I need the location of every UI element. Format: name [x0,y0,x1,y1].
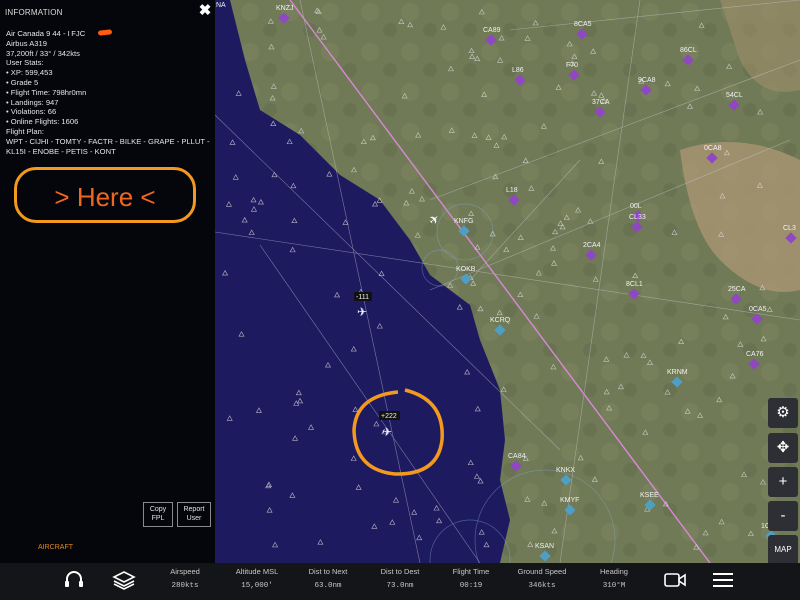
waypoint-label: CA84 [508,453,526,460]
stat-ground-speed: Ground Speed 346kts [502,567,582,590]
move-icon: ✥ [776,439,790,456]
zoom-out-button[interactable]: - [768,501,798,531]
waypoint-label: CL3 [783,225,796,232]
annotation-here: > Here < [14,167,196,223]
waypoint-label: F70 [566,62,578,69]
flight-plan-line: KL15I - ENOBE - PETIS - KONT [6,146,116,156]
panel-title: INFORMATION [5,8,63,17]
copy-fpl-button[interactable]: Copy FPL [143,502,173,527]
waypoint-label: 9CA8 [638,77,656,84]
stat-dist-next: Dist to Next 63.0nm [288,567,368,590]
menu-icon[interactable] [712,571,734,594]
stats-header: User Stats: [6,58,44,68]
stat-flight-time: Flight Time 00:19 [431,567,511,590]
information-panel: INFORMATION ✖ Air Canada 9 44 - I FJC Ai… [0,0,215,563]
stat-value: 280kts [171,582,199,590]
stat-landings: Landings: 947 [6,98,211,108]
plane-icon: ✈ [357,305,367,319]
flight-info: 37,200ft / 33° / 342kts [6,48,80,58]
airport-label: KCRQ [490,317,511,324]
camera-icon[interactable] [664,571,686,594]
report-user-button[interactable]: Report User [177,502,211,527]
airport-label: KNFG [454,218,473,225]
stat-label: Altitude MSL [235,567,279,576]
stat-label: Airspeed [170,567,200,576]
flight-plan-header: Flight Plan: [6,126,44,136]
airport-label: KNKX [556,467,575,474]
stat-online-flights: Online Flights: 1606 [6,117,211,127]
flight-plan-line: WPT - CIJHI - TOMTY - FACTR - BILKE - GR… [6,136,210,146]
waypoint-label: KNZJ [276,5,294,12]
stat-value: 15,000' [241,582,273,590]
stat-value: 00:19 [459,582,483,590]
stat-value: 73.0nm [386,582,414,590]
stat-label: Heading [600,567,628,576]
waypoint-label: L86 [512,67,524,74]
airport-label: KRNM [667,369,688,376]
airport-label: KSAN [535,543,554,550]
stat-grade: Grade 5 [6,78,211,88]
stat-label: Ground Speed [517,567,567,576]
waypoint-label: L18 [506,187,518,194]
aircraft-altitude-tag: +222 [381,413,397,420]
gear-icon: ⚙ [776,404,790,421]
stat-dist-dest: Dist to Dest 73.0nm [360,567,440,590]
stat-value: 63.0nm [314,582,342,590]
layers-icon[interactable] [112,569,136,596]
map-label-partial: NA [216,2,226,9]
airport-label: KSEE [640,492,659,499]
map-button[interactable]: MAP [768,535,798,565]
move-button[interactable]: ✥ [768,433,798,463]
stat-label: Dist to Next [308,567,348,576]
stat-airspeed: Airspeed 280kts [145,567,225,590]
waypoint-label: 25CA [728,286,746,293]
stat-violations: Violations: 66 [6,107,211,117]
aircraft-type: Airbus A319 [6,38,47,48]
bottom-bar: Airspeed 280kts Altitude MSL 15,000' Dis… [0,563,800,600]
headset-icon[interactable] [63,569,85,596]
stat-flight-time: Flight Time: 798hr0mn [6,88,211,98]
waypoint-label: 0CA5 [749,306,767,313]
waypoint-label: 86CL [680,47,697,54]
waypoint-label: 2CA4 [583,242,601,249]
waypoint-label: CL33 [629,214,646,221]
waypoint-label: CA89 [483,27,501,34]
stat-xp: XP: 599,453 [6,68,211,78]
user-info: Air Canada 9 44 - I FJC Airbus A319 37,2… [6,29,211,156]
airport-label: KOKB [456,266,476,273]
stat-label: Flight Time [452,567,490,576]
stat-label: Dist to Dest [380,567,420,576]
waypoint-label: 8CL1 [626,281,643,288]
waypoint-label: CA76 [746,351,764,358]
waypoint-label: 0CA8 [704,145,722,152]
close-button[interactable]: ✖ [198,3,212,18]
stat-altitude: Altitude MSL 15,000' [217,567,297,590]
stat-value: 346kts [528,582,556,590]
waypoint-label: 37CA [592,99,610,106]
stat-heading: Heading 310°M [574,567,654,590]
stat-value: 310°M [602,582,626,590]
aircraft-altitude-tag: -111 [356,294,369,301]
waypoint-label: 00L [630,203,642,210]
waypoint-label: 8CA5 [574,21,592,28]
waypoint-label: 54CL [726,92,743,99]
settings-button[interactable]: ⚙ [768,398,798,428]
zoom-in-button[interactable]: + [768,467,798,497]
airport-label: KMYF [560,497,579,504]
aircraft-tab-label[interactable]: AIRCRAFT [38,544,73,551]
plane-icon: ✈ [382,425,392,439]
